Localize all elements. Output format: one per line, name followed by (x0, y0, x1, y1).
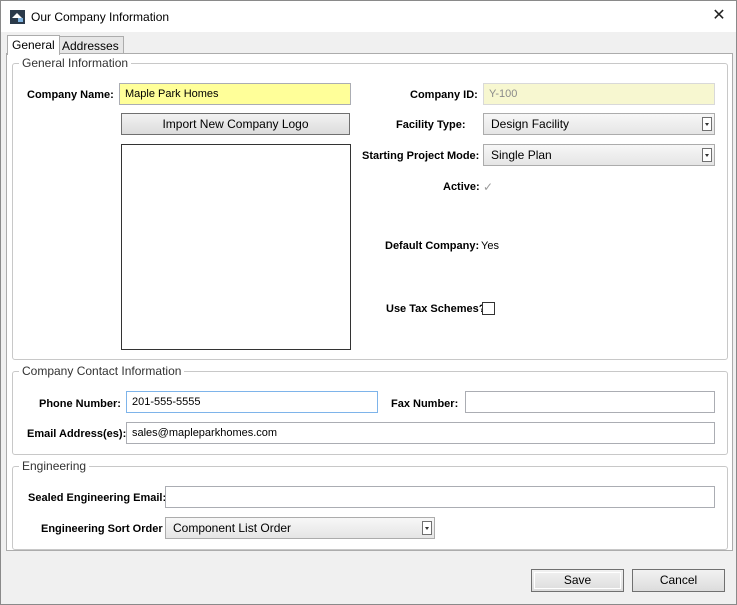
default-company-label: Default Company: (385, 240, 480, 252)
fax-number-label: Fax Number: (391, 398, 459, 410)
facility-type-label: Facility Type: (396, 119, 466, 131)
app-house-icon (10, 10, 25, 24)
starting-project-mode-value: Single Plan (491, 148, 552, 162)
chevron-down-icon (702, 117, 712, 131)
engineering-legend: Engineering (19, 459, 90, 473)
engineering-sort-order-select[interactable]: Component List Order (165, 517, 435, 539)
general-information-group: General Information (12, 56, 728, 360)
company-id-input[interactable]: Y-100 (483, 83, 715, 105)
sealed-engineering-email-label: Sealed Engineering Email: (28, 492, 167, 504)
save-button-label: Save (563, 573, 592, 587)
company-logo-preview (121, 144, 351, 350)
close-icon[interactable]: ✕ (708, 5, 730, 27)
company-id-label: Company ID: (410, 89, 478, 101)
starting-project-mode-select[interactable]: Single Plan (483, 144, 715, 166)
facility-type-value: Design Facility (491, 117, 570, 131)
company-name-input[interactable]: Maple Park Homes (119, 83, 351, 105)
phone-number-input[interactable]: 201-555-5555 (126, 391, 378, 413)
chevron-down-icon (422, 521, 432, 535)
fax-number-input[interactable] (465, 391, 715, 413)
tab-general[interactable]: General (7, 35, 60, 55)
general-information-legend: General Information (19, 56, 132, 70)
facility-type-select[interactable]: Design Facility (483, 113, 715, 135)
engineering-sort-order-label: Engineering Sort Order (41, 523, 163, 535)
active-label: Active: (443, 181, 480, 193)
email-addresses-input[interactable]: sales@mapleparkhomes.com (126, 422, 715, 444)
use-tax-schemes-label: Use Tax Schemes? (386, 303, 486, 315)
company-name-label: Company Name: (27, 89, 114, 101)
default-company-value: Yes (481, 240, 499, 252)
active-checkbox[interactable]: ✓ (483, 180, 493, 194)
sealed-engineering-email-input[interactable] (165, 486, 715, 508)
chevron-down-icon (702, 148, 712, 162)
title-bar: Our Company Information ✕ (1, 1, 736, 32)
save-button[interactable]: Save (531, 569, 624, 592)
cancel-button[interactable]: Cancel (632, 569, 725, 592)
engineering-sort-order-value: Component List Order (173, 521, 292, 535)
phone-number-label: Phone Number: (39, 398, 121, 410)
email-addresses-label: Email Address(es): (27, 428, 127, 440)
company-contact-legend: Company Contact Information (19, 364, 185, 378)
use-tax-schemes-checkbox[interactable] (482, 302, 495, 315)
cancel-button-label: Cancel (659, 573, 698, 587)
import-logo-button[interactable]: Import New Company Logo (121, 113, 350, 135)
dialog-window: Our Company Information ✕ General Addres… (0, 0, 737, 605)
window-title: Our Company Information (31, 10, 170, 24)
starting-project-mode-label: Starting Project Mode: (362, 150, 480, 162)
